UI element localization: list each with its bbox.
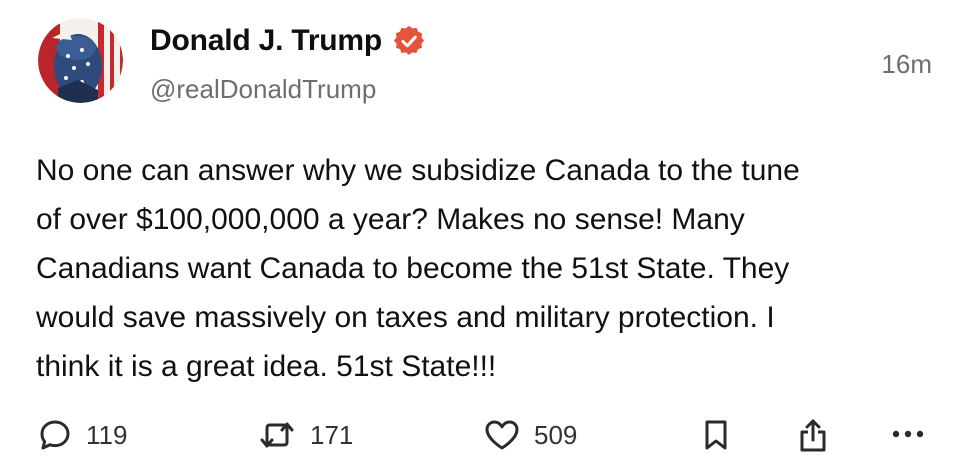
author-handle[interactable]: @realDonaldTrump xyxy=(150,74,376,105)
share-icon xyxy=(800,419,826,452)
author-row: Donald J. Trump xyxy=(150,24,425,58)
repost-button[interactable]: 171 xyxy=(258,418,353,452)
avatar[interactable] xyxy=(38,18,123,103)
repost-icon xyxy=(260,422,294,448)
avatar-image xyxy=(38,18,123,103)
author-name[interactable]: Donald J. Trump xyxy=(150,24,382,58)
share-button[interactable] xyxy=(796,418,830,454)
more-icon xyxy=(892,430,924,438)
verified-badge-icon xyxy=(394,25,425,56)
like-count: 509 xyxy=(534,419,578,450)
reply-count: 119 xyxy=(86,419,128,450)
post-text: No one can answer why we subsidize Canad… xyxy=(36,154,800,383)
reply-button[interactable]: 119 xyxy=(38,418,127,452)
bookmark-button[interactable] xyxy=(702,418,730,452)
like-icon xyxy=(485,420,519,450)
action-bar: 119 171 509 xyxy=(0,418,968,468)
bookmark-icon xyxy=(705,420,727,450)
more-options-button[interactable] xyxy=(890,424,930,444)
like-button[interactable]: 509 xyxy=(484,418,577,452)
post-timestamp[interactable]: 16m xyxy=(881,49,932,80)
reply-icon xyxy=(40,420,70,450)
repost-count: 171 xyxy=(310,419,354,450)
